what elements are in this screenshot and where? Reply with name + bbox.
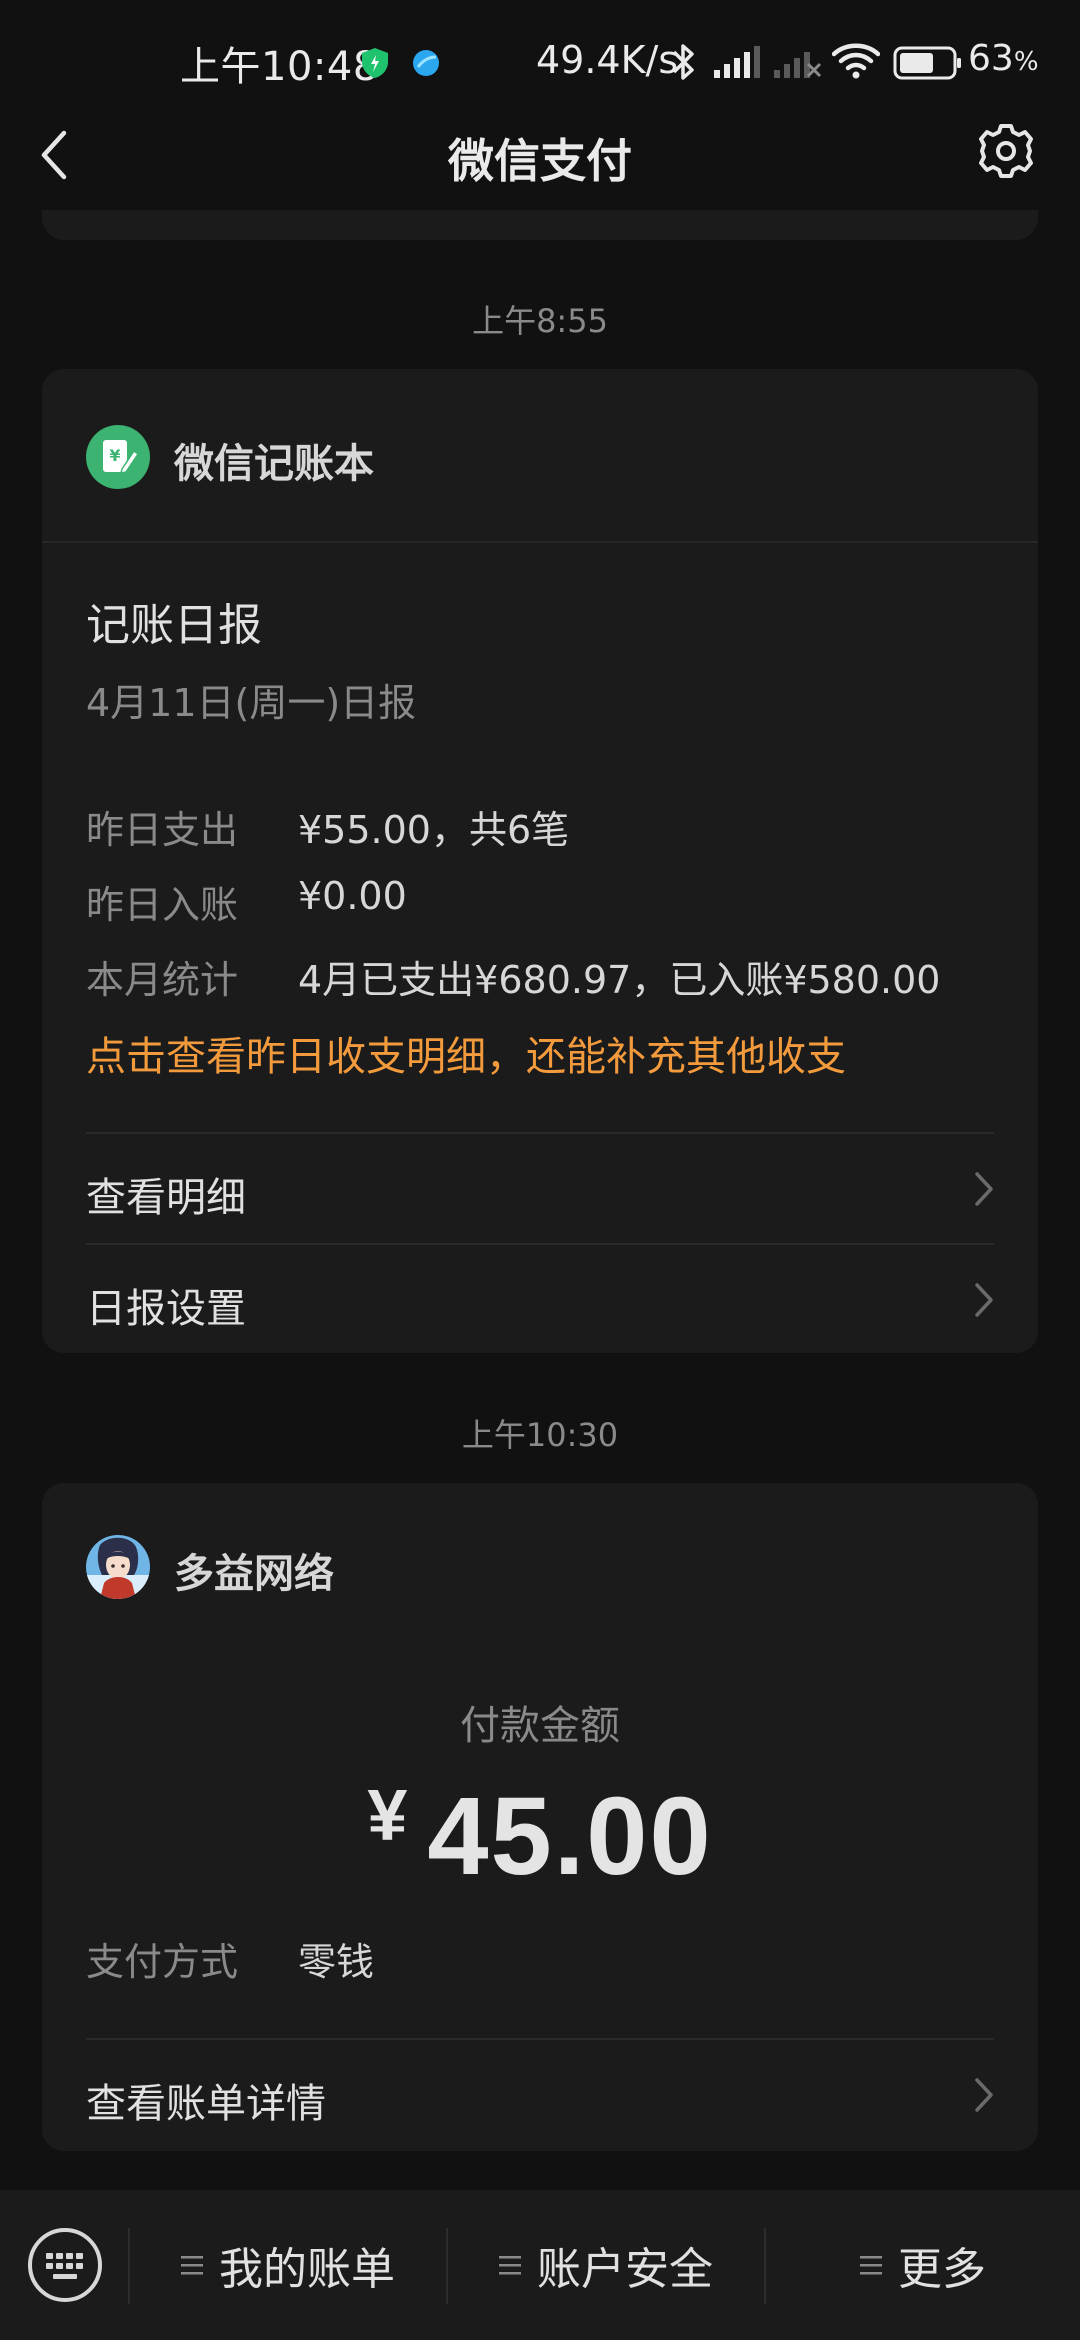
battery-icon — [893, 46, 961, 80]
sender-name: 多益网络 — [174, 1551, 334, 1597]
detail-hint[interactable]: 点击查看昨日收支明细，还能补充其他收支 — [86, 1024, 846, 1082]
ledger-report-card[interactable]: ¥ 微信记账本 记账日报 4月11日(周一)日报 昨日支出 ¥55.00，共6笔… — [42, 369, 1038, 1353]
payment-amount: ¥45.00 — [42, 1773, 1038, 1900]
menu-lines-icon — [181, 2256, 203, 2275]
view-details-label: 查看明细 — [86, 1175, 246, 1221]
pay-method-value: 零钱 — [298, 1940, 375, 1984]
divider — [42, 541, 1038, 543]
signal-icon — [714, 46, 760, 78]
row-label-month: 本月统计 — [86, 958, 239, 1002]
chevron-right-icon — [975, 1283, 993, 1317]
menu-lines-icon — [860, 2256, 882, 2275]
menu-my-bills[interactable]: 我的账单 — [130, 2190, 446, 2340]
report-title: 记账日报 — [86, 600, 262, 651]
menu-label: 账户安全 — [537, 2244, 713, 2295]
merchant-avatar — [86, 1535, 150, 1599]
bluetooth-icon — [672, 44, 694, 80]
status-time: 上午10:48 — [180, 44, 379, 90]
menu-lines-icon — [499, 2256, 521, 2275]
page-title: 微信支付 — [448, 134, 632, 188]
shield-icon — [362, 48, 388, 78]
net-speed: 49.4K/s — [536, 38, 679, 82]
chevron-right-icon — [975, 1172, 993, 1206]
row-label-income: 昨日入账 — [86, 883, 239, 927]
row-value-income: ¥0.00 — [298, 874, 407, 918]
report-settings-label: 日报设置 — [86, 1286, 246, 1332]
signal-off-icon — [774, 52, 822, 78]
bill-details-row[interactable]: 查看账单详情 — [42, 2039, 1038, 2149]
app-dot-icon — [413, 50, 439, 76]
menu-account-security[interactable]: 账户安全 — [448, 2190, 764, 2340]
svg-text:¥: ¥ — [109, 446, 120, 465]
menu-label: 我的账单 — [219, 2244, 395, 2295]
keyboard-icon[interactable] — [26, 2226, 104, 2304]
status-bar: 上午10:48 49.4K/s 63% — [0, 0, 1080, 125]
previous-message-card — [42, 210, 1038, 240]
bill-details-label: 查看账单详情 — [86, 2081, 326, 2127]
payment-card[interactable]: 多益网络 付款金额 ¥45.00 支付方式 零钱 查看账单详情 — [42, 1483, 1038, 2151]
menu-label: 更多 — [898, 2244, 986, 2295]
report-date: 4月11日(周一)日报 — [86, 681, 417, 725]
sender-name: 微信记账本 — [174, 441, 374, 487]
report-settings-row[interactable]: 日报设置 — [42, 1244, 1038, 1354]
wifi-icon — [832, 43, 880, 79]
pay-method-label: 支付方式 — [86, 1940, 239, 1984]
currency-symbol: ¥ — [367, 1776, 410, 1856]
gear-icon[interactable] — [975, 120, 1037, 182]
amount-value: 45.00 — [427, 1775, 713, 1898]
chevron-right-icon — [975, 2078, 993, 2112]
message-timestamp: 上午8:55 — [472, 302, 608, 340]
message-timestamp: 上午10:30 — [461, 1416, 619, 1454]
menu-more[interactable]: 更多 — [766, 2190, 1080, 2340]
row-value-expense: ¥55.00，共6笔 — [298, 808, 570, 852]
row-value-month: 4月已支出¥680.97，已入账¥580.00 — [298, 958, 941, 1002]
battery-level: 63% — [968, 38, 1039, 79]
bottom-menu: 我的账单 账户安全 更多 — [0, 2190, 1080, 2340]
row-label-expense: 昨日支出 — [86, 808, 239, 852]
ledger-book-icon: ¥ — [86, 425, 150, 489]
amount-label: 付款金额 — [460, 1703, 620, 1749]
view-details-row[interactable]: 查看明细 — [42, 1133, 1038, 1243]
